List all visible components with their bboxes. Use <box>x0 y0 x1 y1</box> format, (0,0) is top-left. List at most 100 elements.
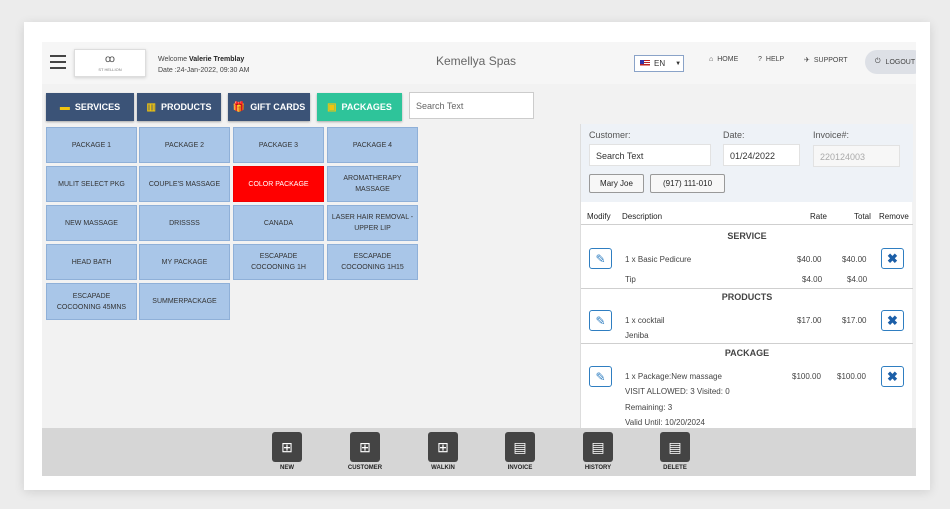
language-select[interactable]: EN ▼ <box>634 55 684 72</box>
tool-label: DELETE <box>663 465 687 471</box>
tab-label: GIFT CARDS <box>250 102 306 112</box>
nav-help-label: HELP <box>765 56 785 63</box>
tool-label: NEW <box>280 465 294 471</box>
service-total: $40.00 <box>842 255 867 264</box>
tip-total: $4.00 <box>847 275 868 284</box>
package-tile[interactable]: PACKAGE 2 <box>139 127 230 163</box>
logo-text: ST HELLION <box>98 66 122 72</box>
help-icon: ? <box>758 56 762 63</box>
package-tile[interactable]: CANADA <box>233 205 324 241</box>
tab-gift-cards[interactable]: 🎁 GIFT CARDS <box>228 93 310 121</box>
package-tile[interactable]: MY PACKAGE <box>139 244 230 280</box>
package-tile[interactable]: HEAD BATH <box>46 244 137 280</box>
top-header: ꝏ ST HELLION Welcome Valerie Tremblay Da… <box>42 42 916 84</box>
col-description: Description <box>622 212 663 221</box>
package-tile[interactable]: DRISSSS <box>139 205 230 241</box>
tab-label: PRODUCTS <box>160 102 212 112</box>
customer-search-input[interactable]: Search Text <box>589 144 711 166</box>
invoice-number-field: 220124003 <box>813 145 900 167</box>
customer-label: Customer: <box>589 130 631 140</box>
history-button[interactable]: ▤ HISTORY <box>576 432 620 471</box>
tab-services[interactable]: ▬ SERVICES <box>46 93 134 121</box>
package-item: 1 x Package:New massage <box>625 372 722 381</box>
package-tile[interactable]: SUMMERPACKAGE <box>139 283 230 320</box>
service-item: 1 x Basic Pedicure <box>625 255 692 264</box>
customer-phone-chip[interactable]: (917) 111-010 <box>650 174 725 193</box>
nav-support[interactable]: ✈ SUPPORT <box>804 56 848 65</box>
package-tile[interactable]: PACKAGE 1 <box>46 127 137 163</box>
package-tile[interactable]: ESCAPADE COCOONING 45MNS <box>46 283 137 320</box>
invoice-button[interactable]: ▤ INVOICE <box>498 432 542 471</box>
gift-icon: 🎁 <box>232 101 246 113</box>
us-flag-icon <box>640 60 650 67</box>
package-tile[interactable]: COUPLE'S MASSAGE <box>139 166 230 202</box>
logo-mark: ꝏ <box>104 53 116 65</box>
remove-package-button[interactable]: ✖ <box>881 366 904 387</box>
package-tile[interactable]: LASER HAIR REMOVAL - UPPER LIP <box>327 205 418 241</box>
package-tile[interactable]: ESCAPADE COCOONING 1H15 <box>327 244 418 280</box>
app-title: Kemellya Spas <box>436 54 517 68</box>
tab-products[interactable]: ▥ PRODUCTS <box>137 93 221 121</box>
power-icon: ⏻ <box>875 58 881 65</box>
nav-home-label: HOME <box>717 56 739 63</box>
package-tile[interactable]: ESCAPADE COCOONING 1H <box>233 244 324 280</box>
section-service-title: SERVICE <box>727 231 767 241</box>
package-rate: $100.00 <box>792 372 821 381</box>
package-tile[interactable]: PACKAGE 4 <box>327 127 418 163</box>
customer-button[interactable]: ⊞ CUSTOMER <box>343 432 387 471</box>
customer-name-chip[interactable]: Mary Joe <box>589 174 644 193</box>
package-tile[interactable]: PACKAGE 3 <box>233 127 324 163</box>
support-icon: ✈ <box>804 57 810 64</box>
edit-icon: ✎ <box>595 369 606 384</box>
session-date: Date :24-Jan-2022, 09:30 AM <box>158 67 250 74</box>
date-label: Date: <box>723 130 745 140</box>
delete-icon: ▤ <box>660 432 690 462</box>
menu-icon[interactable] <box>50 55 66 69</box>
invoice-panel: Customer: Date: Invoice#: Search Text 01… <box>580 124 913 428</box>
customer-icon: ⊞ <box>350 432 380 462</box>
product-total: $17.00 <box>842 316 867 325</box>
walkin-button[interactable]: ⊞ WALKIN <box>421 432 465 471</box>
service-rate: $40.00 <box>797 255 822 264</box>
product-item: 1 x cocktail <box>625 316 665 325</box>
user-name: Valerie Tremblay <box>189 56 245 63</box>
logout-button[interactable]: ⏻ LOGOUT <box>865 50 916 74</box>
package-tile[interactable]: MULIT SELECT PKG <box>46 166 137 202</box>
pos-app: ꝏ ST HELLION Welcome Valerie Tremblay Da… <box>42 42 916 476</box>
tip-rate: $4.00 <box>802 275 823 284</box>
edit-product-button[interactable]: ✎ <box>589 310 612 331</box>
package-tile-selected[interactable]: COLOR PACKAGE <box>233 166 324 202</box>
edit-icon: ✎ <box>595 251 606 266</box>
edit-package-button[interactable]: ✎ <box>589 366 612 387</box>
invoice-icon: ▤ <box>505 432 535 462</box>
search-input[interactable]: Search Text <box>409 92 534 119</box>
tool-label: INVOICE <box>507 465 533 471</box>
product-rate: $17.00 <box>797 316 822 325</box>
edit-icon: ✎ <box>595 313 606 328</box>
nav-home[interactable]: ⌂ HOME <box>709 56 738 63</box>
remove-product-button[interactable]: ✖ <box>881 310 904 331</box>
chevron-down-icon: ▼ <box>675 60 682 67</box>
package-tile[interactable]: NEW MASSAGE <box>46 205 137 241</box>
tab-packages[interactable]: ▣ PACKAGES <box>317 93 402 121</box>
col-modify: Modify <box>587 212 611 221</box>
tool-label: CUSTOMER <box>347 465 383 471</box>
nav-support-label: SUPPORT <box>813 56 848 64</box>
col-remove: Remove <box>879 212 909 221</box>
barcode-icon: ▥ <box>146 101 156 113</box>
money-icon: ▣ <box>327 101 337 113</box>
walkin-icon: ⊞ <box>428 432 458 462</box>
nav-help[interactable]: ? HELP <box>758 56 784 63</box>
section-products-title: PRODUCTS <box>721 292 773 302</box>
date-field[interactable]: 01/24/2022 <box>723 144 800 166</box>
close-icon: ✖ <box>887 312 898 328</box>
language-value: EN <box>654 59 666 68</box>
product-staff: Jeniba <box>625 331 649 340</box>
remove-service-button[interactable]: ✖ <box>881 248 904 269</box>
package-total: $100.00 <box>837 372 866 381</box>
edit-service-button[interactable]: ✎ <box>589 248 612 269</box>
package-tile[interactable]: AROMATHERAPY MASSAGE <box>327 166 418 202</box>
new-button[interactable]: ⊞ NEW <box>265 432 309 471</box>
customer-area: Customer: Date: Invoice#: Search Text 01… <box>581 124 913 202</box>
delete-button[interactable]: ▤ DELETE <box>653 432 697 471</box>
